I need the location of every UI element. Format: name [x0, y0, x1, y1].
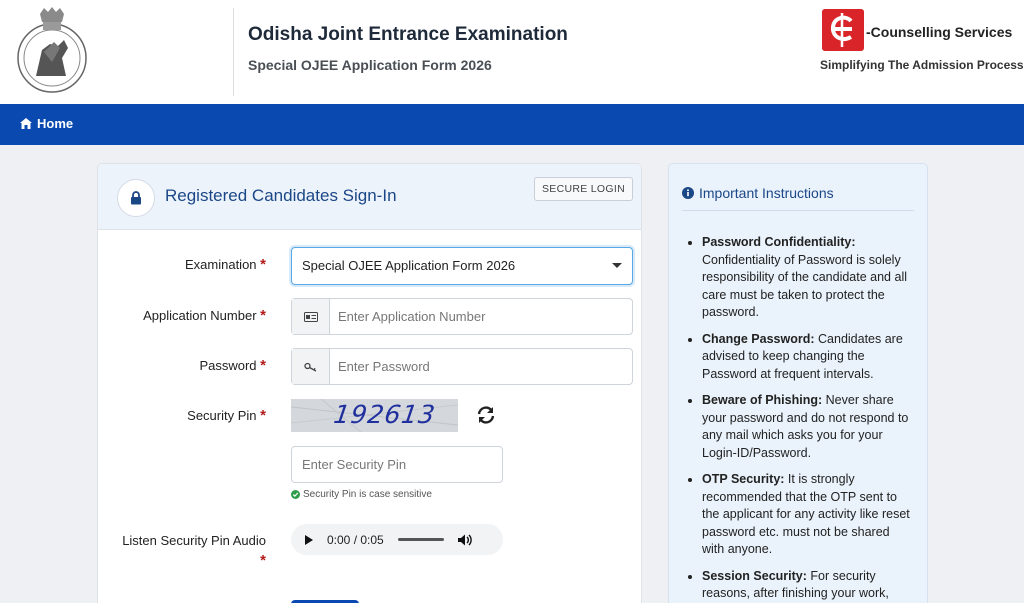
appno-label-text: Application Number: [143, 308, 257, 323]
appno-input-group: [291, 298, 633, 335]
page-title: Odisha Joint Entrance Examination: [248, 24, 568, 45]
header-divider: [233, 8, 234, 96]
caret-down-icon: [612, 263, 622, 268]
secure-login-badge: SECURE LOGIN: [534, 177, 633, 201]
key-icon: [303, 362, 316, 372]
site-header: Odisha Joint Entrance Examination Specia…: [0, 0, 1024, 104]
info-circle-icon: [682, 187, 694, 199]
instruction-item: Session Security: For security reasons, …: [702, 568, 912, 603]
page-subtitle: Special OJEE Application Form 2026: [248, 57, 492, 73]
instruction-item: Change Password: Candidates are advised …: [702, 331, 912, 384]
audio-player: 0:00 / 0:05: [291, 524, 503, 555]
instructions-title: Important Instructions: [699, 185, 834, 201]
login-card: Registered Candidates Sign-In SECURE LOG…: [97, 163, 642, 603]
captcha-image: 192613: [291, 399, 458, 432]
home-icon: [20, 118, 32, 129]
security-pin-label-text: Security Pin: [187, 408, 257, 423]
password-label-text: Password: [199, 358, 257, 373]
password-addon: [292, 349, 330, 384]
nav-home-link[interactable]: Home: [20, 116, 73, 131]
required-mark: *: [260, 256, 266, 273]
brand-name: -Counselling Services: [866, 24, 1013, 40]
instruction-heading: OTP Security:: [702, 472, 785, 486]
examination-label-text: Examination: [184, 257, 257, 272]
instructions-card: Important Instructions Password Confiden…: [668, 163, 928, 603]
id-card-icon: [303, 311, 318, 322]
volume-icon[interactable]: [457, 534, 472, 546]
examination-select[interactable]: Special OJEE Application Form 2026: [291, 247, 633, 285]
password-input-group: [291, 348, 633, 385]
required-mark: *: [260, 552, 266, 569]
play-icon[interactable]: [305, 534, 313, 545]
captcha-text: 192613: [331, 400, 438, 429]
login-title: Registered Candidates Sign-In: [165, 186, 397, 205]
check-circle-icon: [291, 490, 300, 499]
security-pin-label: Security Pin *: [138, 407, 266, 424]
main-navbar: Home: [0, 104, 1024, 145]
odisha-emblem-logo: [17, 7, 87, 93]
audio-label-text: Listen Security Pin Audio: [122, 533, 266, 548]
examination-select-value: Special OJEE Application Form 2026: [302, 258, 516, 273]
instructions-divider: [682, 210, 914, 211]
required-mark: *: [260, 407, 266, 424]
audio-label: Listen Security Pin Audio *: [112, 531, 266, 571]
refresh-captcha-icon[interactable]: [475, 404, 497, 426]
required-mark: *: [260, 357, 266, 374]
password-input[interactable]: [330, 349, 632, 384]
instructions-heading: Important Instructions: [682, 185, 834, 201]
audio-seek-bar[interactable]: [397, 538, 444, 541]
pin-hint: Security Pin is case sensitive: [291, 489, 432, 500]
examination-label: Examination *: [138, 256, 266, 273]
instruction-heading: Change Password:: [702, 331, 815, 346]
e-counselling-logo-icon: [822, 9, 864, 51]
brand-tagline: Simplifying The Admission Process: [820, 58, 1024, 72]
security-pin-input[interactable]: [291, 446, 503, 483]
lock-badge: [117, 179, 155, 217]
login-card-header: Registered Candidates Sign-In SECURE LOG…: [98, 164, 641, 230]
instruction-text: Confidentiality of Password is solely re…: [702, 252, 907, 320]
instructions-list: Password Confidentiality: Confidentialit…: [702, 234, 912, 603]
instruction-item: Password Confidentiality: Confidentialit…: [702, 234, 912, 322]
appno-label: Application Number *: [118, 307, 266, 324]
application-number-input[interactable]: [330, 299, 632, 334]
instruction-heading: Password Confidentiality:: [702, 235, 856, 249]
instruction-heading: Session Security:: [702, 568, 807, 583]
instruction-item: OTP Security: It is strongly recommended…: [702, 471, 912, 559]
audio-time: 0:00 / 0:05: [327, 532, 384, 547]
instruction-heading: Beware of Phishing:: [702, 393, 823, 407]
password-label: Password *: [138, 357, 266, 374]
appno-addon: [292, 299, 330, 334]
required-mark: *: [260, 307, 266, 324]
lock-icon: [131, 191, 141, 205]
nav-home-label: Home: [37, 116, 74, 131]
instruction-item: Beware of Phishing: Never share your pas…: [702, 392, 912, 462]
pin-hint-text: Security Pin is case sensitive: [303, 489, 432, 500]
